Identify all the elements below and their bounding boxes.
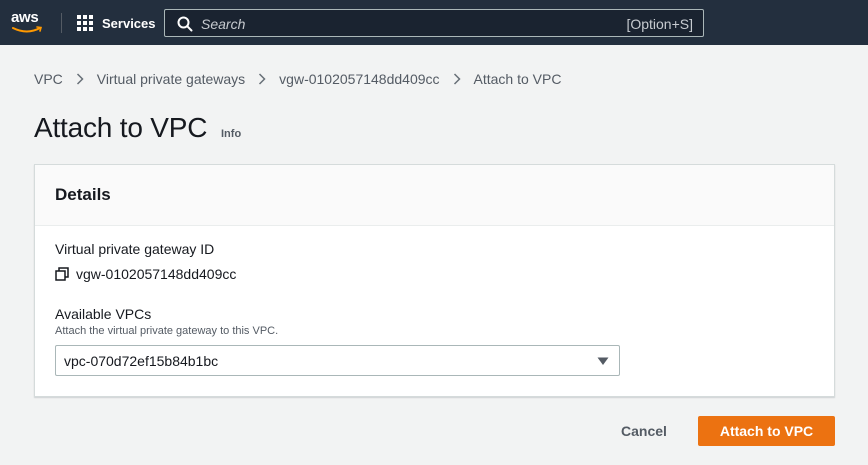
gateway-id-label: Virtual private gateway ID <box>55 241 215 257</box>
search-input[interactable]: Search <box>201 16 245 32</box>
cancel-button[interactable]: Cancel <box>604 416 684 446</box>
details-heading: Details <box>55 185 111 204</box>
selected-vpc-value: vpc-070d72ef15b84b1bc <box>64 353 219 369</box>
gateway-id-text: vgw-0102057148dd409cc <box>76 266 237 282</box>
chevron-right-icon <box>76 73 84 85</box>
search-icon <box>177 16 193 32</box>
top-navigation: aws Services Search [Option+S] <box>0 0 868 45</box>
chevron-right-icon <box>453 73 461 85</box>
aws-logo[interactable]: aws <box>11 9 45 35</box>
info-link[interactable]: Info <box>221 128 241 140</box>
caret-down-icon <box>597 357 609 365</box>
services-menu-button[interactable]: Services <box>77 13 156 33</box>
details-header: Details <box>35 165 834 226</box>
breadcrumb: VPC Virtual private gateways vgw-0102057… <box>34 71 561 87</box>
breadcrumb-item-virtual-private-gateways[interactable]: Virtual private gateways <box>97 71 245 87</box>
chevron-right-icon <box>258 73 266 85</box>
services-label: Services <box>102 15 156 31</box>
copy-icon[interactable] <box>55 267 69 281</box>
search-shortcut-hint: [Option+S] <box>626 16 693 32</box>
breadcrumb-item-vpc[interactable]: VPC <box>34 71 63 87</box>
attach-to-vpc-button[interactable]: Attach to VPC <box>698 416 835 446</box>
aws-logo-text: aws <box>11 9 39 26</box>
breadcrumb-item-current: Attach to VPC <box>473 71 562 87</box>
aws-smile-icon <box>12 26 43 33</box>
available-vpcs-select[interactable]: vpc-070d72ef15b84b1bc <box>55 345 620 376</box>
nav-divider <box>61 13 62 33</box>
breadcrumb-item-gateway-id[interactable]: vgw-0102057148dd409cc <box>279 71 439 87</box>
search-bar[interactable]: Search [Option+S] <box>164 9 704 37</box>
services-grid-icon <box>77 15 93 31</box>
details-container: Details Virtual private gateway ID vgw-0… <box>34 164 835 397</box>
page-title: Attach to VPC <box>34 112 208 143</box>
available-vpcs-description: Attach the virtual private gateway to th… <box>55 325 279 337</box>
available-vpcs-label: Available VPCs <box>55 306 152 322</box>
gateway-id-value: vgw-0102057148dd409cc <box>55 266 236 282</box>
